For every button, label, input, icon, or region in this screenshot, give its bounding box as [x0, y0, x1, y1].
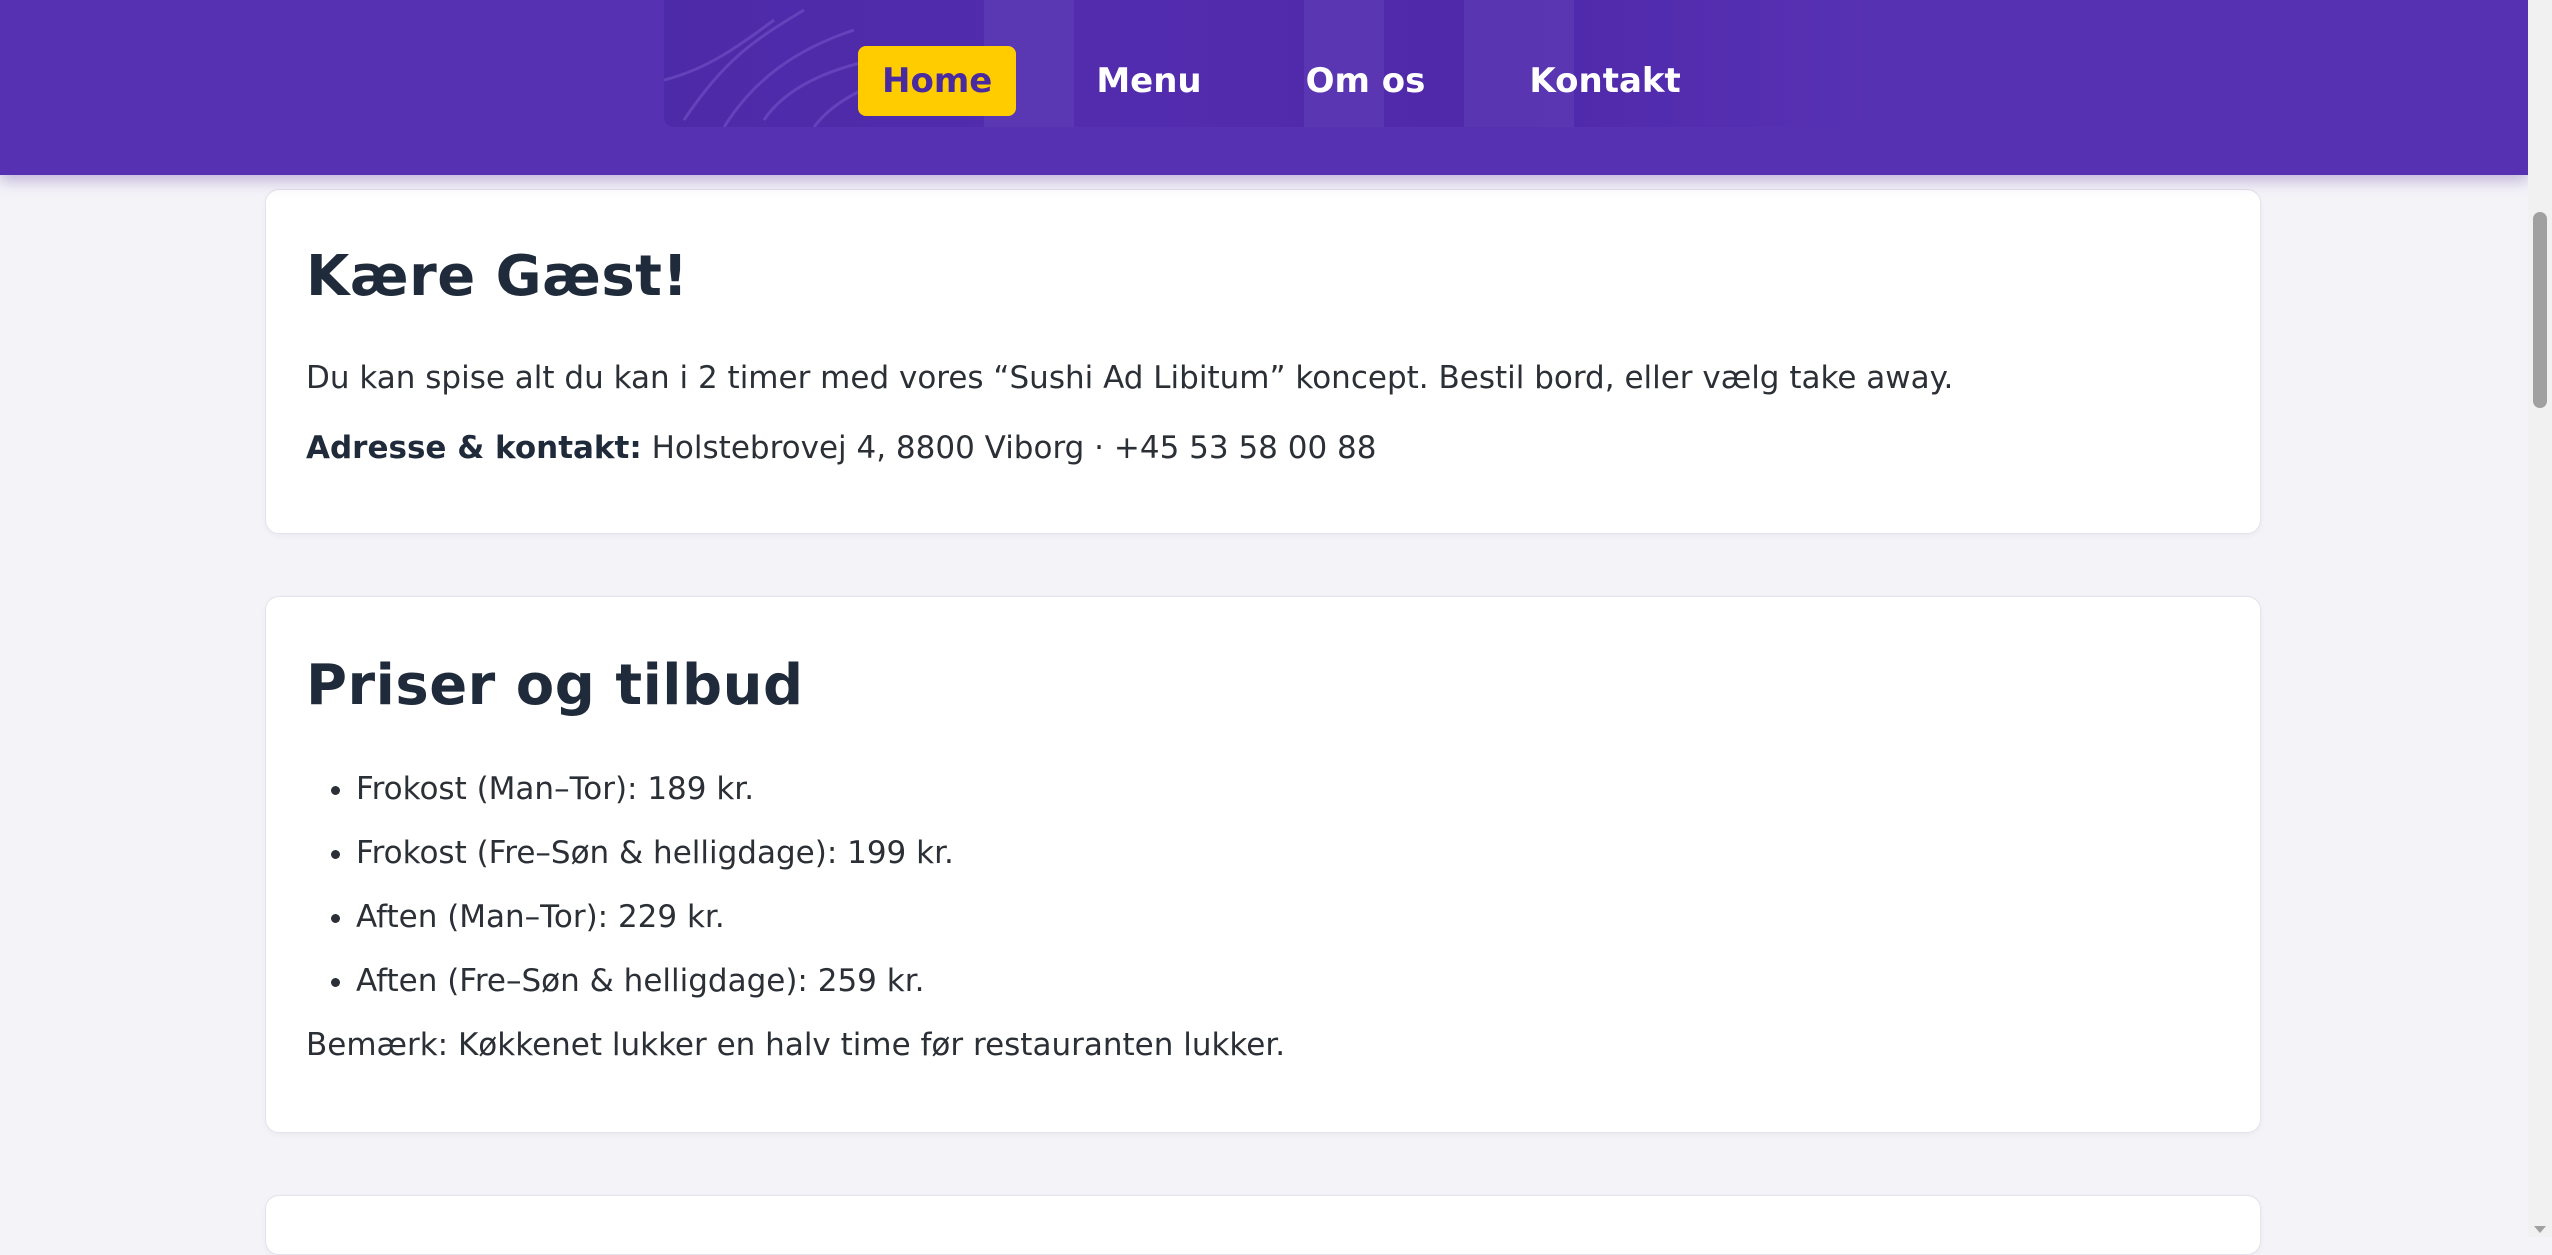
welcome-card: Kære Gæst! Du kan spise alt du kan i 2 t…: [265, 189, 2261, 534]
kitchen-note: Bemærk: Køkkenet lukker en halv time før…: [306, 1027, 1286, 1063]
contact-label: Adresse & kontakt:: [306, 430, 642, 466]
price-item: Aften (Fre–Søn & helligdage): 259 kr.: [356, 949, 954, 1013]
welcome-intro-text: Du kan spise alt du kan i 2 timer med vo…: [306, 360, 1954, 396]
nav-om-os-link[interactable]: Om os: [1282, 46, 1450, 116]
nav-menu-link[interactable]: Menu: [1072, 46, 1225, 116]
next-card: [265, 1195, 2261, 1255]
price-item: Frokost (Man–Tor): 189 kr.: [356, 757, 954, 821]
prices-title: Priser og tilbud: [306, 653, 804, 718]
prices-card: Priser og tilbud Frokost (Man–Tor): 189 …: [265, 596, 2261, 1133]
contact-line: Adresse & kontakt: Holstebrovej 4, 8800 …: [306, 430, 1377, 466]
site-header: Home Menu Om os Kontakt: [0, 0, 2528, 175]
scroll-down-arrow-icon[interactable]: [2534, 1226, 2546, 1233]
contact-value: Holstebrovej 4, 8800 Viborg · +45 53 58 …: [651, 430, 1377, 466]
price-item: Aften (Man–Tor): 229 kr.: [356, 885, 954, 949]
price-list: Frokost (Man–Tor): 189 kr. Frokost (Fre–…: [306, 757, 954, 1013]
price-item: Frokost (Fre–Søn & helligdage): 199 kr.: [356, 821, 954, 885]
page-scrollbar[interactable]: [2528, 0, 2552, 1237]
nav-kontakt-link[interactable]: Kontakt: [1505, 46, 1704, 116]
scrollbar-thumb[interactable]: [2533, 212, 2547, 408]
main-nav: Home Menu Om os Kontakt: [858, 46, 1705, 116]
nav-home-link[interactable]: Home: [858, 46, 1017, 116]
welcome-title: Kære Gæst!: [306, 244, 689, 309]
